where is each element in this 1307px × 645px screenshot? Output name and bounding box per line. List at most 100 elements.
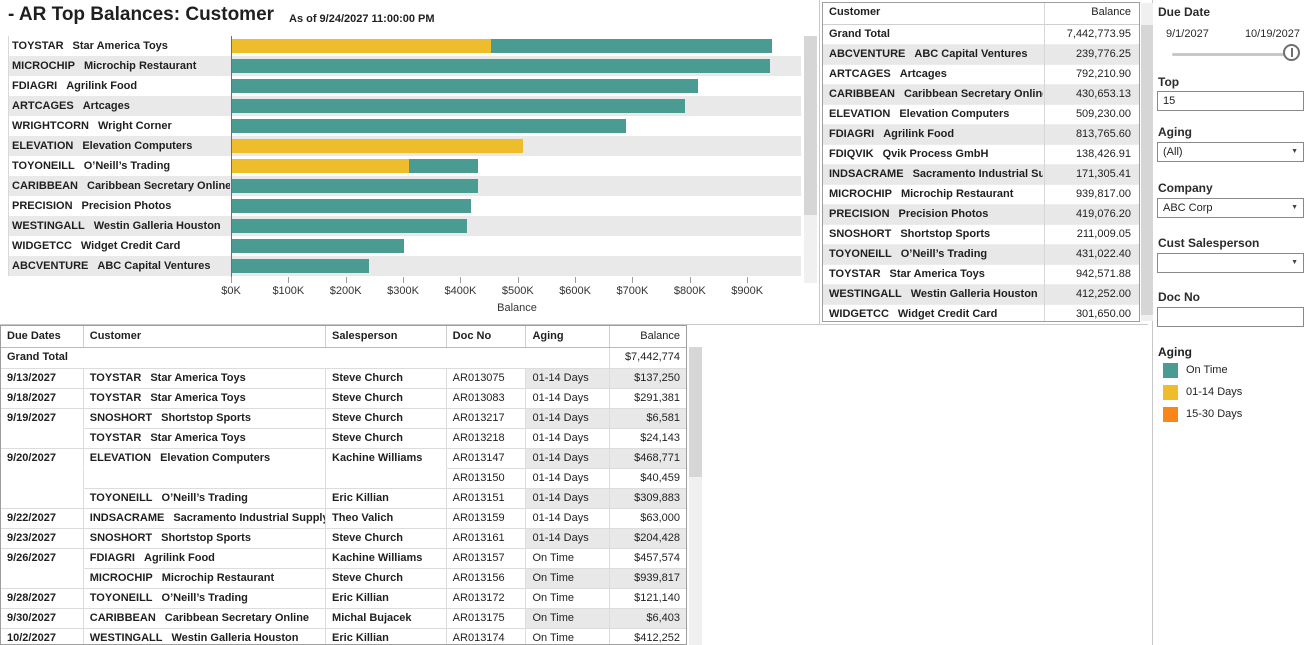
bar-segment[interactable] (231, 259, 369, 273)
bar-segment[interactable] (231, 159, 409, 173)
company-select[interactable]: ABC Corp ▼ (1157, 198, 1304, 218)
bar-row-label[interactable]: ABCVENTUREABC Capital Ventures (12, 256, 230, 276)
table-row[interactable]: WESTINGALLWestin Galleria Houston412,252… (823, 285, 1139, 305)
bar-row: FDIAGRIAgrilink Food (8, 76, 801, 96)
legend-item[interactable]: On Time (1163, 363, 1228, 379)
aging-cell: 01-14 Days (526, 528, 610, 548)
bar-stack (231, 59, 770, 73)
table-row[interactable]: 9/13/2027TOYSTARStar America ToysSteve C… (1, 368, 686, 388)
table-row[interactable]: MICROCHIPMicrochip Restaurant939,817.00 (823, 185, 1139, 205)
table-row[interactable]: 10/2/2027WESTINGALLWestin Galleria Houst… (1, 628, 686, 645)
table-row[interactable]: FDIAGRIAgrilink Food813,765.60 (823, 125, 1139, 145)
table-row[interactable]: AR01315001-14 Days$40,459 (1, 468, 686, 488)
customer-cell: TOYONEILLO’Neill’s Trading (84, 488, 326, 508)
table-row[interactable]: INDSACRAMESacramento Industrial Su..171,… (823, 165, 1139, 185)
bar-segment[interactable] (231, 219, 467, 233)
table-row[interactable]: Grand Total7,442,773.95 (823, 25, 1139, 45)
balance-table-scrollbar-thumb[interactable] (1141, 25, 1153, 315)
bar-segment[interactable] (231, 239, 404, 253)
legend-item[interactable]: 01-14 Days (1163, 385, 1242, 401)
bar-segment[interactable] (231, 179, 478, 193)
table-row[interactable]: Grand Total$7,442,774 (1, 348, 686, 368)
customer-name: Widget Credit Card (898, 308, 998, 320)
customer-name: O’Neill’s Trading (84, 160, 170, 172)
cust-salesperson-filter-label: Cust Salesperson (1158, 236, 1259, 250)
column-header-aging[interactable]: Aging (526, 326, 610, 347)
column-header-customer[interactable]: Customer (84, 326, 326, 347)
column-header-customer[interactable]: Customer (829, 6, 880, 18)
bar-segment[interactable] (231, 199, 471, 213)
bar-row-label[interactable]: FDIAGRIAgrilink Food (12, 76, 230, 96)
bar-row: WRIGHTCORNWright Corner (8, 116, 801, 136)
table-row[interactable]: MICROCHIPMicrochip RestaurantSteve Churc… (1, 568, 686, 588)
axis-tick-label: $900K (717, 285, 777, 297)
table-row[interactable]: ABCVENTUREABC Capital Ventures239,776.25 (823, 45, 1139, 65)
customer-name: Agrilink Food (883, 128, 954, 140)
customer-cell (84, 468, 326, 488)
bar-row-label[interactable]: ARTCAGESArtcages (12, 96, 230, 116)
column-header-doc-no[interactable]: Doc No (447, 326, 527, 347)
bar-segment[interactable] (231, 119, 626, 133)
table-row[interactable]: 9/28/2027TOYONEILLO’Neill’s TradingEric … (1, 588, 686, 608)
bar-stack (231, 39, 772, 53)
chart-scrollbar-thumb[interactable] (804, 36, 817, 215)
aging-cell: On Time (526, 588, 610, 608)
due-date-slider-track[interactable] (1172, 53, 1296, 56)
bar-segment[interactable] (231, 59, 770, 73)
column-header-balance[interactable]: Balance (610, 326, 686, 347)
table-row[interactable]: CARIBBEANCaribbean Secretary Online430,6… (823, 85, 1139, 105)
bar-row-label[interactable]: TOYSTARStar America Toys (12, 36, 230, 56)
table-row[interactable]: TOYSTARStar America ToysSteve ChurchAR01… (1, 428, 686, 448)
legend-item[interactable]: 15-30 Days (1163, 407, 1242, 423)
customer-code: TOYONEILL (829, 248, 892, 260)
column-header-due-dates[interactable]: Due Dates (1, 326, 84, 347)
bar-row-label[interactable]: MICROCHIPMicrochip Restaurant (12, 56, 230, 76)
bar-row-label[interactable]: TOYONEILLO’Neill’s Trading (12, 156, 230, 176)
customer-cell: PRECISIONPrecision Photos (829, 205, 1043, 224)
doc-no-input[interactable] (1157, 307, 1304, 327)
bar-row-label[interactable]: ELEVATIONElevation Computers (12, 136, 230, 156)
customer-name: Artcages (83, 100, 130, 112)
table-row[interactable]: PRECISIONPrecision Photos419,076.20 (823, 205, 1139, 225)
customer-code: WESTINGALL (90, 632, 163, 644)
table-row[interactable]: 9/26/2027FDIAGRIAgrilink FoodKachine Wil… (1, 548, 686, 568)
axis-tick-label: $400K (430, 285, 490, 297)
column-header-salesperson[interactable]: Salesperson (326, 326, 447, 347)
customer-name: Shortstop Sports (161, 412, 251, 424)
table-row[interactable]: 9/22/2027INDSACRAMESacramento Industrial… (1, 508, 686, 528)
bar-segment[interactable] (491, 39, 772, 53)
customer-cell: INDSACRAMESacramento Industrial Supply (84, 508, 326, 528)
bar-row-label[interactable]: WESTINGALLWestin Galleria Houston (12, 216, 230, 236)
table-row[interactable]: 9/23/2027SNOSHORTShortstop SportsSteve C… (1, 528, 686, 548)
bar-segment[interactable] (409, 159, 478, 173)
table-row[interactable]: ELEVATIONElevation Computers509,230.00 (823, 105, 1139, 125)
table-row[interactable]: 9/30/2027CARIBBEANCaribbean Secretary On… (1, 608, 686, 628)
table-row[interactable]: 9/19/2027SNOSHORTShortstop SportsSteve C… (1, 408, 686, 428)
due-date-cell: 10/2/2027 (1, 628, 84, 645)
detail-table-scrollbar-thumb[interactable] (689, 347, 702, 477)
bar-row-label[interactable]: WRIGHTCORNWright Corner (12, 116, 230, 136)
table-row[interactable]: SNOSHORTShortstop Sports211,009.05 (823, 225, 1139, 245)
cust-salesperson-select[interactable]: ▼ (1157, 253, 1304, 273)
axis-tick (690, 277, 691, 283)
bar-segment[interactable] (231, 39, 491, 53)
table-row[interactable]: ARTCAGESArtcages792,210.90 (823, 65, 1139, 85)
table-row[interactable]: WIDGETCCWidget Credit Card301,650.00 (823, 305, 1139, 322)
table-row[interactable]: FDIQVIKQvik Process GmbH138,426.91 (823, 145, 1139, 165)
doc-no-cell: AR013075 (447, 368, 527, 388)
table-row[interactable]: 9/20/2027ELEVATIONElevation ComputersKac… (1, 448, 686, 468)
bar-segment[interactable] (231, 139, 523, 153)
table-row[interactable]: TOYONEILLO’Neill’s TradingEric KillianAR… (1, 488, 686, 508)
table-row[interactable]: 9/18/2027TOYSTARStar America ToysSteve C… (1, 388, 686, 408)
bar-row-label[interactable]: PRECISIONPrecision Photos (12, 196, 230, 216)
top-input[interactable] (1157, 91, 1304, 111)
aging-select[interactable]: (All) ▼ (1157, 142, 1304, 162)
due-date-slider-handle[interactable] (1283, 44, 1300, 61)
bar-segment[interactable] (231, 99, 685, 113)
bar-row-label[interactable]: WIDGETCCWidget Credit Card (12, 236, 230, 256)
bar-row-label[interactable]: CARIBBEANCaribbean Secretary Online (12, 176, 230, 196)
table-row[interactable]: TOYSTARStar America Toys942,571.88 (823, 265, 1139, 285)
table-row[interactable]: TOYONEILLO’Neill’s Trading431,022.40 (823, 245, 1139, 265)
bar-segment[interactable] (231, 79, 698, 93)
column-header-balance[interactable]: Balance (1091, 6, 1131, 18)
